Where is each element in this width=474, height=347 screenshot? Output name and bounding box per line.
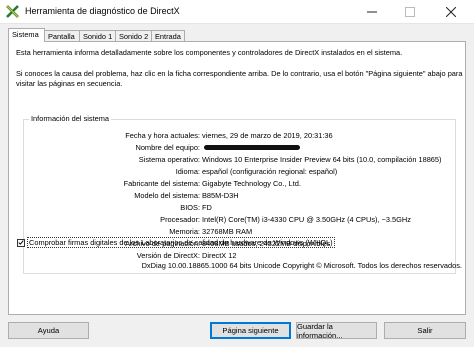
close-button[interactable] bbox=[436, 0, 466, 23]
info-row-memory: Memoria: 32768MB RAM bbox=[24, 226, 457, 237]
info-value: DirectX 12 bbox=[202, 251, 237, 260]
info-row-os: Sistema operativo: Windows 10 Enterprise… bbox=[24, 154, 457, 165]
whql-checkbox-label[interactable]: Comprobar firmas digitales de los Labora… bbox=[27, 237, 335, 248]
tab-entrada[interactable]: Entrada bbox=[151, 30, 185, 41]
info-value: 32768MB RAM bbox=[202, 227, 253, 236]
tab-pantalla[interactable]: Pantalla bbox=[44, 30, 80, 41]
info-label: Modelo del sistema: bbox=[134, 191, 200, 200]
info-row-bios: BIOS: FD bbox=[24, 202, 457, 213]
tab-sonido-1[interactable]: Sonido 1 bbox=[79, 30, 116, 41]
redacted-computer-name bbox=[204, 145, 300, 150]
info-value: FD bbox=[202, 203, 212, 212]
directx-icon bbox=[6, 5, 19, 18]
copyright-footer: DxDiag 10.00.18865.1000 64 bits Unicode … bbox=[141, 261, 462, 270]
info-row-model: Modelo del sistema: B85M-D3H bbox=[24, 190, 457, 201]
info-label: Idioma: bbox=[175, 167, 200, 176]
whql-check-row[interactable]: Comprobar firmas digitales de los Labora… bbox=[17, 237, 335, 248]
maximize-button[interactable] bbox=[395, 0, 425, 23]
info-value: Intel(R) Core(TM) i3-4330 CPU @ 3.50GHz … bbox=[202, 215, 411, 224]
intro-text-1: Esta herramienta informa detalladamente … bbox=[16, 48, 403, 57]
title-bar: Herramienta de diagnóstico de DirectX bbox=[0, 0, 474, 24]
info-label: Fecha y hora actuales: bbox=[125, 131, 200, 140]
info-row-language: Idioma: español (configuración regional:… bbox=[24, 166, 457, 177]
info-label: Fabricante del sistema: bbox=[123, 179, 200, 188]
group-title: Información del sistema bbox=[29, 114, 112, 123]
checkmark-icon bbox=[18, 240, 24, 245]
help-button[interactable]: Ayuda bbox=[8, 322, 89, 339]
maximize-icon bbox=[405, 6, 415, 17]
minimize-button[interactable] bbox=[357, 0, 387, 23]
info-value: viernes, 29 de marzo de 2019, 20:31:36 bbox=[202, 131, 333, 140]
tab-sonido-2[interactable]: Sonido 2 bbox=[115, 30, 152, 41]
window-title: Herramienta de diagnóstico de DirectX bbox=[25, 6, 180, 16]
info-value: español (configuración regional: español… bbox=[202, 167, 338, 176]
intro-text-3: visitar las páginas en secuencia. bbox=[16, 79, 123, 88]
help-button-label: Ayuda bbox=[37, 326, 60, 335]
info-label: Sistema operativo: bbox=[138, 155, 200, 164]
minimize-icon bbox=[367, 11, 377, 12]
info-label: Procesador: bbox=[160, 215, 200, 224]
info-value: Gigabyte Technology Co., Ltd. bbox=[202, 179, 301, 188]
info-row-computer-name: Nombre del equipo: bbox=[24, 142, 457, 153]
info-label: Memoria: bbox=[169, 227, 200, 236]
save-info-button[interactable]: Guardar la información... bbox=[296, 321, 377, 340]
whql-checkbox[interactable] bbox=[17, 238, 25, 247]
info-value: B85M-D3H bbox=[202, 191, 239, 200]
info-row-manufacturer: Fabricante del sistema: Gigabyte Technol… bbox=[24, 178, 457, 189]
exit-button-label: Salir bbox=[417, 326, 433, 335]
info-row-processor: Procesador: Intel(R) Core(TM) i3-4330 CP… bbox=[24, 214, 457, 225]
exit-button[interactable]: Salir bbox=[384, 322, 466, 339]
info-row-directx: Versión de DirectX: DirectX 12 bbox=[24, 250, 457, 261]
intro-text-2: Si conoces la causa del problema, haz cl… bbox=[16, 69, 463, 78]
info-row-datetime: Fecha y hora actuales: viernes, 29 de ma… bbox=[24, 130, 457, 141]
system-info-group: Información del sistema Fecha y hora act… bbox=[23, 114, 457, 274]
info-value: Windows 10 Enterprise Insider Preview 64… bbox=[202, 155, 442, 164]
next-page-button[interactable]: Página siguiente bbox=[210, 322, 291, 339]
system-tab-panel: Esta herramienta informa detalladamente … bbox=[8, 41, 466, 315]
tab-sistema[interactable]: Sistema bbox=[8, 28, 45, 42]
info-label: Nombre del equipo: bbox=[135, 143, 200, 152]
info-label: BIOS: bbox=[180, 203, 200, 212]
next-page-button-label: Página siguiente bbox=[222, 326, 279, 335]
close-icon bbox=[446, 6, 456, 17]
save-info-button-label: Guardar la información... bbox=[297, 321, 343, 340]
info-label: Versión de DirectX: bbox=[136, 251, 200, 260]
